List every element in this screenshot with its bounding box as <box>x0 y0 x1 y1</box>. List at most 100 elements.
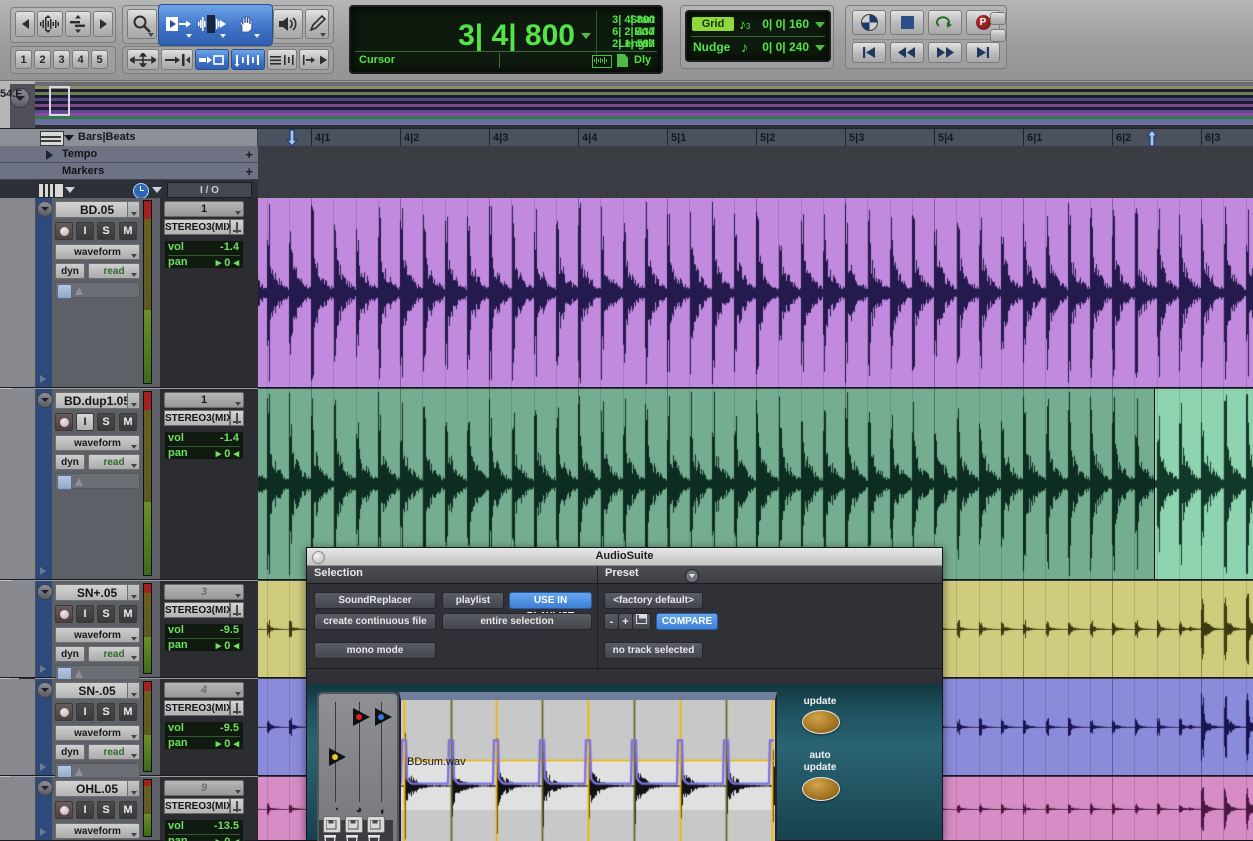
delete-zone-2-icon[interactable] <box>345 834 361 841</box>
process-mode-selector[interactable]: entire selection <box>442 613 592 630</box>
mute-button[interactable]: M <box>119 703 137 721</box>
track-header[interactable]: BD.dup1.05 I S M waveform dyn read 1 STE… <box>0 389 258 580</box>
track-name-dropdown-icon[interactable] <box>127 682 140 699</box>
save-preset-icon[interactable] <box>632 613 651 630</box>
channel-mode-selector[interactable]: mono mode <box>314 642 436 659</box>
soundreplacer-zone-controls[interactable]: ◔ ◕ ◖ <box>317 692 399 841</box>
track-pan-row[interactable]: pan ▸ 0 ◂ <box>165 639 243 653</box>
track-selector[interactable]: no track selected <box>604 642 703 659</box>
tab-to-transient-button[interactable] <box>267 49 297 70</box>
track-pan-row[interactable]: pan ▸ 0 ◂ <box>165 256 243 270</box>
use-in-playlist-button[interactable]: USE IN PLAYLIST <box>509 592 592 622</box>
mute-button[interactable]: M <box>119 605 137 623</box>
clock-icon[interactable] <box>133 183 149 199</box>
track-pan-row[interactable]: pan ▸ 0 ◂ <box>165 737 243 751</box>
automation-mode-selector[interactable]: read <box>88 263 140 279</box>
track-collapse-strip[interactable] <box>36 679 53 775</box>
track-collapse-strip[interactable] <box>36 581 53 677</box>
track-output-pan-icon[interactable] <box>230 602 244 618</box>
tempo-add-button[interactable]: + <box>245 148 253 161</box>
file-mode-selector[interactable]: create continuous file <box>314 613 436 630</box>
scrubber-tool[interactable] <box>273 9 303 39</box>
track-timebase-row[interactable] <box>55 282 140 299</box>
memory-location-2[interactable]: 2 <box>34 50 51 69</box>
dynamics-button[interactable]: dyn <box>55 646 85 662</box>
memory-location-4[interactable]: 4 <box>72 50 89 69</box>
delay-compensation-label[interactable]: Dly <box>634 54 651 66</box>
selection-end-boundary[interactable] <box>1154 389 1155 579</box>
mute-button[interactable]: M <box>119 222 137 240</box>
ruler-view-icon[interactable] <box>40 131 64 146</box>
toolbar-expand-bottom-button[interactable] <box>990 29 1006 42</box>
save-zone-3-icon[interactable] <box>367 816 385 833</box>
track-header[interactable]: OHL.05 I S M waveform dyn read 9 STEREO3… <box>0 777 258 841</box>
tempo-expand-icon[interactable] <box>46 150 53 160</box>
track-input-selector[interactable]: 4 <box>164 682 244 698</box>
grid-dropdown-icon[interactable] <box>815 22 825 28</box>
track-view-selector[interactable]: waveform <box>55 725 140 741</box>
solo-button[interactable]: S <box>97 801 115 819</box>
track-input-selector[interactable]: 3 <box>164 584 244 600</box>
shuffle-mode-button[interactable] <box>127 49 159 70</box>
solo-button[interactable]: S <box>97 222 115 240</box>
track-clock-icon[interactable] <box>57 475 72 490</box>
trim-tool[interactable] <box>162 9 194 39</box>
midi-icon[interactable] <box>617 54 628 67</box>
pencil-tool[interactable] <box>305 9 329 39</box>
track-header[interactable]: SN+.05 I S M waveform dyn read 3 STEREO3… <box>0 581 258 682</box>
preset-selector[interactable]: <factory default> <box>604 592 703 609</box>
track-output-selector[interactable]: STEREO3(MIX <box>164 602 233 618</box>
mute-button[interactable]: M <box>119 801 137 819</box>
zoom-previous-button[interactable] <box>15 11 35 37</box>
go-to-end-button[interactable] <box>966 42 1000 63</box>
track-volume-row[interactable]: vol -1.4 <box>165 432 243 446</box>
rewind-button[interactable] <box>890 42 924 63</box>
track-view-icon[interactable] <box>38 183 64 198</box>
mute-button[interactable]: M <box>119 413 137 431</box>
markers-header[interactable]: Markers + <box>0 163 258 180</box>
track-view-selector[interactable]: waveform <box>55 823 140 839</box>
save-zone-1-icon[interactable] <box>323 816 341 833</box>
record-enable-button[interactable] <box>55 605 73 623</box>
record-enable-button[interactable] <box>55 801 73 819</box>
grid-label[interactable]: Grid <box>692 17 734 31</box>
track-volume-row[interactable]: vol -9.5 <box>165 624 243 638</box>
grid-nudge-display[interactable]: Grid ♪3 0| 0| 160 Nudge ♪ 0| 0| 240 <box>685 10 831 62</box>
input-monitor-button[interactable]: I <box>76 605 94 623</box>
input-monitor-button[interactable]: I <box>76 413 94 431</box>
nudge-label[interactable]: Nudge <box>693 40 730 54</box>
track-volume-row[interactable]: vol -1.4 <box>165 241 243 255</box>
markers-add-button[interactable]: + <box>245 165 253 178</box>
delete-zone-1-icon[interactable] <box>323 834 339 841</box>
slip-mode-button[interactable] <box>161 49 193 70</box>
dynamics-button[interactable]: dyn <box>55 454 85 470</box>
track-volume-row[interactable]: vol -13.5 <box>165 820 243 834</box>
update-knob[interactable] <box>802 710 840 734</box>
toolbar-expand-top-button[interactable] <box>990 12 1006 25</box>
session-overview-strip[interactable] <box>35 82 1253 128</box>
waveform-icon[interactable] <box>592 55 612 68</box>
track-output-pan-icon[interactable] <box>230 219 244 235</box>
spot-mode-button[interactable] <box>195 49 229 70</box>
solo-button[interactable]: S <box>97 605 115 623</box>
track-input-selector[interactable]: 1 <box>164 201 244 217</box>
track-name-dropdown-icon[interactable] <box>127 201 140 218</box>
timeline-ruler[interactable]: Bars|Beats 4|1 4|2 4|3 4|4 5|1 5|2 5|3 5|4 6|1 6|… <box>0 128 1253 148</box>
preset-menu-icon[interactable] <box>685 569 699 583</box>
track-view-selector[interactable]: waveform <box>55 627 140 643</box>
track-vol-pan-display[interactable]: vol -13.5 pan ▸ 0 ◂ <box>164 819 244 841</box>
overview-viewport-box[interactable] <box>49 86 70 116</box>
dynamics-button[interactable]: dyn <box>55 263 85 279</box>
ruler-view-dropdown-icon[interactable] <box>64 135 74 141</box>
grabber-tool[interactable] <box>230 9 262 39</box>
online-button[interactable] <box>852 10 886 35</box>
automation-mode-selector[interactable]: read <box>88 454 140 470</box>
auto-update-knob[interactable] <box>802 777 840 801</box>
main-counter-display[interactable]: 3| 4| 800 Start End Length 3| 4| 800 6| … <box>349 5 663 74</box>
zoom-next-button[interactable] <box>93 11 113 37</box>
dynamics-button[interactable]: dyn <box>55 744 85 760</box>
track-input-selector[interactable]: 9 <box>164 780 244 796</box>
input-monitor-button[interactable]: I <box>76 222 94 240</box>
track-clock-icon[interactable] <box>57 284 72 299</box>
audiosuite-titlebar[interactable]: AudioSuite <box>307 548 942 566</box>
